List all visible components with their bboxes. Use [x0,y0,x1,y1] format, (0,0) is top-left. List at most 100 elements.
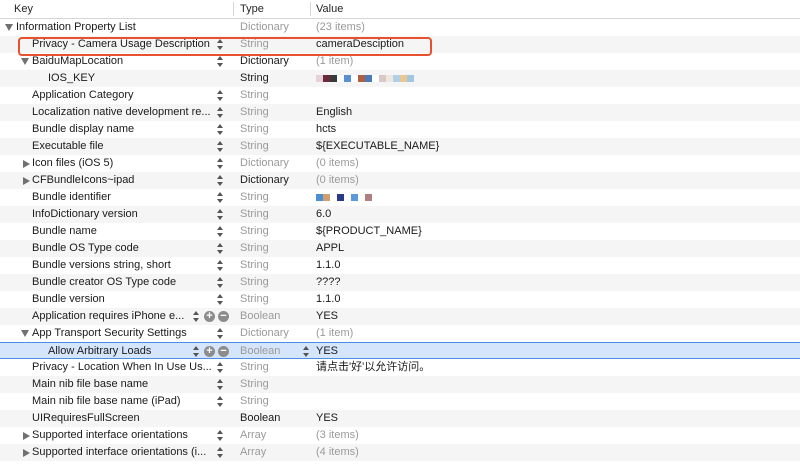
type-cell[interactable]: Array [240,444,310,461]
disclosure-closed-icon[interactable] [23,177,30,185]
key-cell[interactable]: Information Property List [0,19,232,36]
key-popup-stepper-icon[interactable] [216,327,224,340]
type-cell[interactable]: Boolean [240,410,310,427]
key-cell[interactable]: Main nib file base name (iPad) [0,393,232,410]
plist-row[interactable]: Supported interface orientations (i... Ar… [0,444,800,461]
disclosure-open-icon[interactable] [21,58,29,65]
plist-row[interactable]: Main nib file base name String [0,376,800,393]
type-cell[interactable]: Boolean [240,343,310,360]
key-popup-stepper-icon[interactable] [216,157,224,170]
value-cell[interactable]: ${PRODUCT_NAME} [316,223,796,240]
value-cell[interactable]: ${EXECUTABLE_NAME} [316,138,796,155]
value-popup-stepper-icon[interactable] [302,345,310,358]
value-cell[interactable] [316,376,796,393]
type-cell[interactable]: String [240,138,310,155]
value-cell[interactable]: YES [316,308,796,325]
plist-row[interactable]: Bundle OS Type code String APPL [0,240,800,257]
value-cell[interactable] [316,87,796,104]
value-cell[interactable]: (0 items) [316,155,796,172]
plist-row[interactable]: Executable file String ${EXECUTABLE_NAME} [0,138,800,155]
key-popup-stepper-icon[interactable] [192,345,200,358]
value-cell[interactable]: 请点击'好'以允许访问。 [316,359,796,376]
plist-row[interactable]: Supported interface orientations Array (3 … [0,427,800,444]
key-cell[interactable]: IOS_KEY [0,70,232,87]
value-cell[interactable]: English [316,104,796,121]
type-cell[interactable]: String [240,274,310,291]
column-divider[interactable] [233,2,234,16]
value-cell[interactable]: YES [316,343,796,360]
key-cell[interactable]: Application Category [0,87,232,104]
plist-row[interactable]: Application Category String [0,87,800,104]
type-cell[interactable]: String [240,70,310,87]
key-popup-stepper-icon[interactable] [216,55,224,68]
value-cell[interactable]: (1 item) [316,325,796,342]
value-cell[interactable]: hcts [316,121,796,138]
key-cell[interactable]: Bundle identifier [0,189,232,206]
plist-row[interactable]: Icon files (iOS 5) Dictionary (0 items) [0,155,800,172]
plist-row[interactable]: Bundle versions string, short String 1.1.0 [0,257,800,274]
value-cell[interactable]: (3 items) [316,427,796,444]
plist-row[interactable]: InfoDictionary version String 6.0 [0,206,800,223]
key-cell[interactable]: App Transport Security Settings [0,325,232,342]
key-popup-stepper-icon[interactable] [216,276,224,289]
key-cell[interactable]: Localization native development re... [0,104,232,121]
plist-row[interactable]: Bundle display name String hcts [0,121,800,138]
key-popup-stepper-icon[interactable] [216,242,224,255]
plist-row[interactable]: Information Property List Dictionary (23 i… [0,19,800,36]
disclosure-open-icon[interactable] [5,24,13,31]
value-cell[interactable]: 6.0 [316,206,796,223]
plist-row[interactable]: Bundle creator OS Type code String???? [0,274,800,291]
key-cell[interactable]: Icon files (iOS 5) [0,155,232,172]
type-cell[interactable]: String [240,359,310,376]
type-cell[interactable]: Array [240,427,310,444]
type-cell[interactable]: String [240,206,310,223]
key-popup-stepper-icon[interactable] [216,106,224,119]
disclosure-open-icon[interactable] [21,330,29,337]
key-cell[interactable]: Allow Arbitrary Loads + − [0,343,232,360]
key-column-header[interactable]: Key [14,0,33,18]
plist-row[interactable]: Bundle identifier String [0,189,800,206]
value-cell[interactable]: 1.1.0 [316,257,796,274]
remove-row-icon[interactable]: − [218,311,229,322]
key-popup-stepper-icon[interactable] [216,293,224,306]
value-cell[interactable]: YES [316,410,796,427]
key-cell[interactable]: Supported interface orientations (i... [0,444,232,461]
key-popup-stepper-icon[interactable] [216,140,224,153]
value-cell[interactable]: APPL [316,240,796,257]
key-cell[interactable]: InfoDictionary version [0,206,232,223]
add-row-icon[interactable]: + [204,311,215,322]
plist-row[interactable]: Bundle name String ${PRODUCT_NAME} [0,223,800,240]
key-cell[interactable]: Bundle versions string, short [0,257,232,274]
key-cell[interactable]: Bundle display name [0,121,232,138]
type-cell[interactable]: Dictionary [240,325,310,342]
key-popup-stepper-icon[interactable] [216,361,224,374]
plist-row[interactable]: CFBundleIcons~ipad Dictionary (0 items) [0,172,800,189]
type-column-header[interactable]: Type [240,0,264,18]
key-cell[interactable]: CFBundleIcons~ipad [0,172,232,189]
key-popup-stepper-icon[interactable] [216,174,224,187]
key-popup-stepper-icon[interactable] [216,378,224,391]
key-popup-stepper-icon[interactable] [216,191,224,204]
disclosure-closed-icon[interactable] [23,449,30,457]
type-cell[interactable]: String [240,189,310,206]
type-cell[interactable]: String [240,223,310,240]
plist-row[interactable]: Application requires iPhone e... + − Boolea… [0,308,800,325]
key-popup-stepper-icon[interactable] [216,395,224,408]
value-cell[interactable]: 1.1.0 [316,291,796,308]
plist-row[interactable]: UIRequiresFullScreen Boolean YES [0,410,800,427]
key-cell[interactable]: Bundle OS Type code [0,240,232,257]
key-cell[interactable]: Privacy - Location When In Use Us... [0,359,232,376]
remove-row-icon[interactable]: − [218,346,229,357]
key-popup-stepper-icon[interactable] [216,208,224,221]
key-cell[interactable]: Executable file [0,138,232,155]
type-cell[interactable]: String [240,393,310,410]
value-cell[interactable]: ???? [316,274,796,291]
value-cell[interactable]: (23 items) [316,19,796,36]
value-cell[interactable]: (4 items) [316,444,796,461]
type-cell[interactable]: String [240,257,310,274]
value-cell[interactable] [316,70,796,87]
disclosure-closed-icon[interactable] [23,160,30,168]
disclosure-closed-icon[interactable] [23,432,30,440]
key-popup-stepper-icon[interactable] [216,89,224,102]
key-cell[interactable]: Application requires iPhone e... + − [0,308,232,325]
